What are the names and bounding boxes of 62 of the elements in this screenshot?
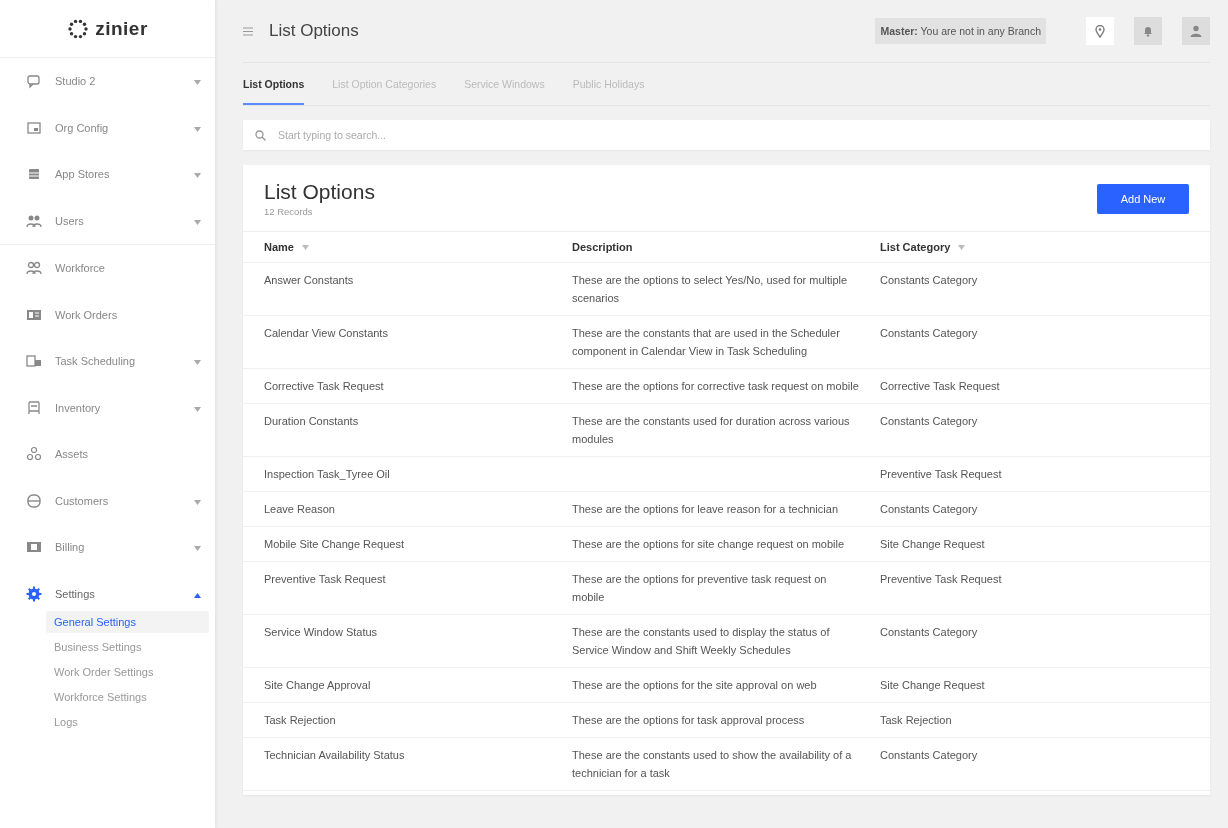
table-cell: Leave Reason: [264, 503, 335, 515]
submenu-item[interactable]: Workforce Settings: [46, 686, 209, 708]
table-cell: Constants Category: [880, 749, 978, 761]
sidebar-item[interactable]: Customers: [0, 477, 215, 524]
table-cell: These are the options for the site approval on web: [572, 679, 817, 691]
sidebar-item[interactable]: Task Scheduling: [0, 338, 215, 385]
table-cell: These are the options for leave reason for a technician: [572, 503, 838, 515]
table-cell: Inspection Task_Tyree Oil: [264, 468, 390, 480]
submenu-item[interactable]: General Settings: [46, 611, 209, 633]
logo-text: zinier: [95, 17, 148, 40]
table-cell: Corrective Task Request: [880, 380, 1000, 392]
table-cell: Site Change Request: [880, 679, 985, 691]
record-count: 12 Records: [264, 206, 314, 217]
sidebar-item[interactable]: App Stores: [0, 151, 215, 198]
sidebar-item[interactable]: Work Orders: [0, 291, 215, 338]
table-cell: Constants Category: [880, 503, 978, 515]
column-header[interactable]: Description: [572, 238, 633, 256]
table-cell: Preventive Task Request: [880, 573, 1002, 585]
table-cell: Task Rejection: [264, 714, 336, 726]
table-cell: These are the options for preventive task request on mobile: [572, 573, 827, 603]
table-cell: These are the constants that are used in the Scheduler component in Calendar View in Task Scheduling: [572, 327, 840, 357]
sidebar-item[interactable]: Users: [0, 197, 215, 245]
column-header[interactable]: Name: [264, 238, 294, 256]
table-cell: Answer Constants: [264, 274, 354, 286]
branch-indicator: Master: You are not in any Branch: [875, 18, 1046, 44]
table-cell: Preventive Task Request: [264, 573, 386, 585]
page-title: List Options: [269, 21, 360, 41]
table-cell: These are the constants used to display the status of Service Window and Shift Weekly Schedules: [572, 626, 830, 656]
sidebar-item[interactable]: Billing: [0, 524, 215, 571]
table-cell: Constants Category: [880, 274, 978, 286]
table-cell: Technician Availability Status: [264, 749, 405, 761]
table-cell: Duration Constants: [264, 415, 359, 427]
table-cell: These are the constants used to show the availability of a technician for a task: [572, 749, 852, 779]
add-new-button[interactable]: Add New: [1097, 183, 1189, 214]
table-cell: Task Rejection: [880, 714, 952, 726]
sidebar-item[interactable]: Workforce: [0, 245, 215, 292]
sidebar-item[interactable]: Assets: [0, 431, 215, 478]
tab[interactable]: List Options: [243, 63, 305, 105]
list-title: List Options: [264, 180, 375, 204]
table-cell: Calendar View Constants: [264, 327, 388, 339]
table-cell: These are the options to select Yes/No, used for multiple scenarios: [572, 274, 848, 304]
search-field[interactable]: Start typing to search...: [243, 120, 1210, 150]
table-cell: Constants Category: [880, 626, 978, 638]
table-cell: Service Window Status: [264, 626, 378, 638]
sidebar-item[interactable]: Org Config: [0, 104, 215, 151]
table-cell: These are the options for site change request on mobile: [572, 538, 845, 550]
table-cell: These are the options for task approval process: [572, 714, 805, 726]
sidebar-item[interactable]: Inventory: [0, 384, 215, 431]
table-cell: Site Change Approval: [264, 679, 371, 691]
submenu-item[interactable]: Business Settings: [46, 636, 209, 658]
table-cell: Corrective Task Request: [264, 380, 384, 392]
column-header[interactable]: List Category: [880, 238, 951, 256]
table-cell: These are the options for corrective task request on mobile: [572, 380, 859, 392]
table-cell: Site Change Request: [880, 538, 985, 550]
submenu-item[interactable]: Work Order Settings: [46, 661, 209, 683]
table-cell: Constants Category: [880, 327, 978, 339]
table-cell: These are the constants used for duration across various modules: [572, 415, 850, 445]
table-cell: Constants Category: [880, 415, 978, 427]
sidebar-item[interactable]: Studio 2: [0, 58, 215, 105]
submenu-item[interactable]: Logs: [46, 711, 209, 733]
table-cell: Preventive Task Request: [880, 468, 1002, 480]
table-cell: Mobile Site Change Request: [264, 538, 405, 550]
